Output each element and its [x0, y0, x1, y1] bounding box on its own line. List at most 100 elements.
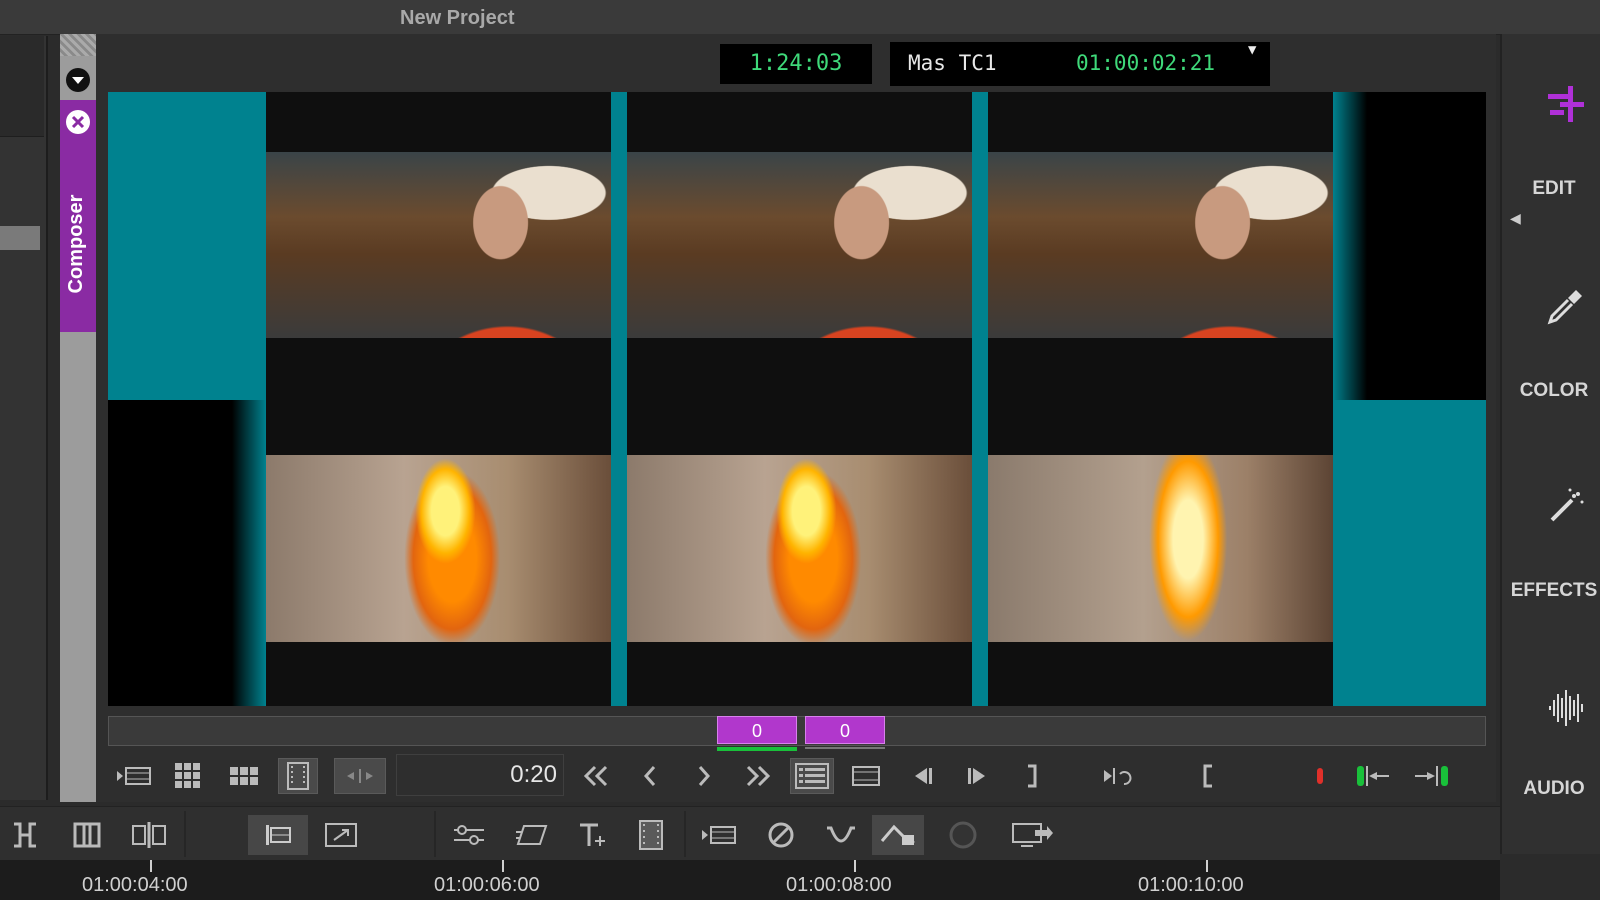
incoming-frame-placeholder	[1333, 400, 1486, 706]
ruler-label: 01:00:04:00	[82, 874, 188, 896]
overwrite-button[interactable]	[64, 815, 110, 855]
workspace-color[interactable]: COLOR	[1508, 380, 1600, 402]
filmframe-icon	[639, 820, 663, 850]
filmstrip-icon	[852, 766, 880, 786]
title-bar: New Project	[0, 0, 1600, 35]
sync-mode-button[interactable]	[318, 815, 364, 855]
bracket-right-icon	[1028, 764, 1037, 788]
timeline-ruler[interactable]: 01:00:04:00 01:00:06:00 01:00:08:00 01:0…	[0, 860, 1500, 900]
grid-large-button[interactable]	[168, 758, 208, 794]
video-frame-flame	[988, 455, 1333, 642]
edit-timeline-icon[interactable]	[1546, 84, 1586, 124]
trim-viewer[interactable]	[108, 92, 1486, 706]
composer-tab-strip: Composer	[60, 34, 96, 802]
timecode-menu-icon[interactable]: ▼	[1248, 42, 1256, 58]
ruler-label: 01:00:10:00	[1138, 874, 1244, 896]
trim-frame-c[interactable]	[988, 92, 1333, 706]
trim-out-marker-button[interactable]	[1412, 758, 1452, 794]
title-tool-button[interactable]	[570, 815, 616, 855]
play-clip-button[interactable]	[696, 815, 742, 855]
fast-forward-button[interactable]	[738, 758, 778, 794]
go-to-out-button[interactable]	[1098, 758, 1138, 794]
tracking-timecode-display[interactable]: Mas TC1 01:00:02:21 ▼	[890, 42, 1270, 86]
trim-frame-a[interactable]	[266, 92, 611, 706]
lift-button[interactable]	[2, 815, 48, 855]
trim-in-marker-button[interactable]	[1354, 758, 1394, 794]
mark-out-button[interactable]	[1012, 758, 1052, 794]
record-indicator[interactable]	[1300, 758, 1340, 794]
transport-bar: 0:20	[108, 752, 1486, 800]
magic-wand-icon[interactable]	[1546, 486, 1586, 526]
double-chevron-left-icon	[583, 765, 608, 787]
fast-rewind-button[interactable]	[576, 758, 616, 794]
splice-icon	[14, 822, 36, 848]
close-icon[interactable]	[64, 108, 92, 136]
position-bar[interactable]: 0 0	[108, 716, 1486, 751]
trim-frame-b[interactable]	[627, 92, 972, 706]
frame-edge-gradient	[232, 400, 266, 706]
rail-collapse-icon[interactable]: ◀	[1510, 210, 1521, 227]
tab-menu-icon[interactable]	[64, 66, 92, 94]
step-forward-button[interactable]	[684, 758, 724, 794]
tab-grip[interactable]	[60, 34, 96, 56]
video-frame-worker	[266, 152, 611, 338]
trim-left-button[interactable]	[902, 758, 942, 794]
disable-button[interactable]	[758, 815, 804, 855]
trim-right-button[interactable]	[958, 758, 998, 794]
trim-mode-button[interactable]	[334, 758, 386, 794]
list-view-button[interactable]	[790, 758, 834, 794]
frame-edge-gradient	[1333, 92, 1367, 400]
replace-icon	[132, 822, 166, 848]
composer-tab-label: Composer	[65, 194, 87, 294]
keyframe-mode-button[interactable]	[872, 815, 924, 855]
frame-divider	[611, 92, 627, 706]
ruler-tick	[1206, 860, 1208, 872]
active-side-indicator	[717, 747, 797, 751]
bin-panel-stub[interactable]	[0, 36, 44, 137]
workspace-effects[interactable]: EFFECTS	[1508, 580, 1600, 602]
composer-tab[interactable]: Composer	[60, 100, 96, 332]
panel-scroll-handle[interactable]	[0, 226, 40, 250]
duration-display[interactable]: 0:20	[396, 754, 564, 796]
eyedropper-icon[interactable]	[1546, 286, 1586, 326]
workspace-edit[interactable]: EDIT	[1508, 178, 1600, 200]
record-toggle-button[interactable]	[940, 815, 986, 855]
workspace-rail	[1500, 34, 1600, 854]
mark-in-button[interactable]	[1188, 758, 1228, 794]
record-icon	[1317, 768, 1323, 784]
filmstrip-play-icon	[117, 767, 151, 785]
play-filmstrip-button[interactable]	[114, 758, 154, 794]
sync-clip-icon	[325, 823, 357, 847]
full-frame-button[interactable]	[278, 758, 318, 794]
inactive-side-indicator	[805, 747, 885, 749]
trim-arrows-icon	[347, 769, 373, 783]
overwrite-icon	[73, 822, 101, 848]
output-menu-button[interactable]	[1006, 815, 1060, 855]
replace-button[interactable]	[126, 815, 172, 855]
toolbar-separator	[184, 811, 186, 857]
chevron-left-icon	[643, 766, 656, 786]
smart-tool-button[interactable]	[818, 815, 864, 855]
filmframe-tool-button[interactable]	[628, 815, 674, 855]
ruler-tick	[502, 860, 504, 872]
ruler-tick	[854, 860, 856, 872]
trim-in-marker-icon	[1357, 766, 1389, 786]
master-timecode-display[interactable]: 1:24:03	[720, 44, 872, 84]
grid-small-button[interactable]	[224, 758, 264, 794]
filmstrip-play-icon	[702, 826, 736, 844]
audio-waveform-icon[interactable]	[1546, 688, 1586, 728]
bracket-left-icon	[1203, 764, 1212, 788]
video-frame-worker	[988, 152, 1333, 338]
workspace-audio[interactable]: AUDIO	[1508, 778, 1600, 800]
filmframe-icon	[287, 762, 309, 790]
trim-counter-b[interactable]: 0	[805, 716, 885, 744]
clip-view-button[interactable]	[846, 758, 886, 794]
step-back-button[interactable]	[630, 758, 670, 794]
motion-effect-button[interactable]	[508, 815, 554, 855]
trim-right-icon	[968, 768, 985, 784]
effect-settings-button[interactable]	[446, 815, 492, 855]
segment-mode-button[interactable]	[248, 815, 308, 855]
trim-counter-a[interactable]: 0	[717, 716, 797, 744]
video-frame-flame	[627, 455, 972, 642]
no-entry-icon	[768, 822, 794, 848]
